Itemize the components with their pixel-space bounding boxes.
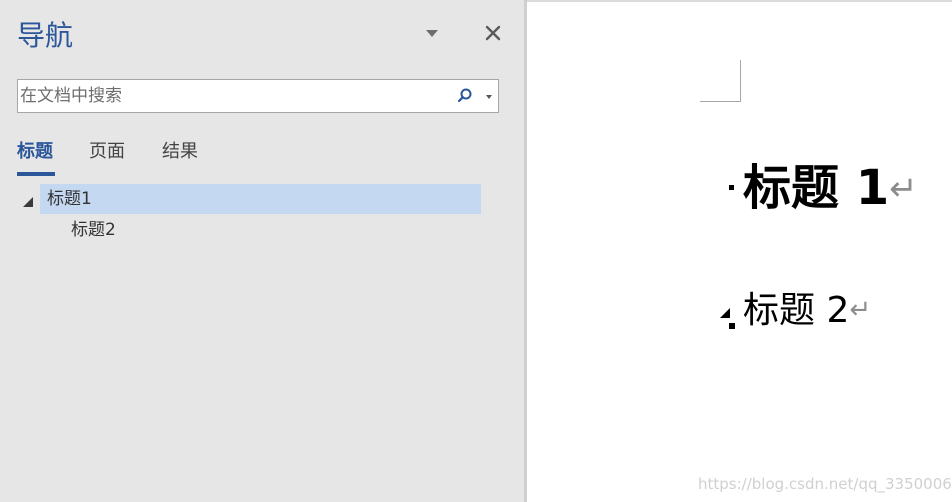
tab-headings[interactable]: 标题 xyxy=(17,139,53,165)
tree-item-heading-1[interactable]: 标题1 xyxy=(40,184,481,214)
page-top-border xyxy=(527,0,952,2)
active-tab-indicator xyxy=(17,172,55,176)
tab-pages[interactable]: 页面 xyxy=(89,139,125,165)
expanded-triangle-icon xyxy=(23,197,33,207)
pane-splitter[interactable] xyxy=(524,0,527,502)
paragraph-mark-bullet xyxy=(729,185,734,190)
paragraph-mark: ↵ xyxy=(849,295,872,325)
document-heading-1[interactable]: 标题 1↵ xyxy=(743,158,918,223)
watermark-url: https://blog.csdn.net/qq_33500066 xyxy=(698,475,952,493)
collapse-triangle-icon xyxy=(720,308,735,329)
paragraph-mark: ↵ xyxy=(889,169,918,209)
heading-2-text: 标题 2 xyxy=(743,290,850,331)
margin-corner-mark xyxy=(740,60,741,102)
chevron-down-icon xyxy=(426,30,438,37)
close-pane-button[interactable] xyxy=(480,20,506,46)
search-options-dropdown[interactable] xyxy=(482,86,498,106)
margin-corner-mark xyxy=(700,101,741,102)
search-input[interactable] xyxy=(20,81,445,111)
collapse-heading-toggle[interactable] xyxy=(719,306,737,330)
tree-item-label: 标题2 xyxy=(71,220,116,240)
search-box xyxy=(17,79,499,113)
tab-results[interactable]: 结果 xyxy=(162,139,198,165)
search-icon xyxy=(457,88,472,103)
pane-title: 导航 xyxy=(17,19,74,52)
tree-item-heading-2[interactable]: 标题2 xyxy=(40,215,481,245)
word-window: 导航 标题 页面 结果 xyxy=(0,0,952,502)
close-icon xyxy=(485,25,501,41)
chevron-down-icon xyxy=(486,95,492,99)
navigation-pane: 导航 标题 页面 结果 xyxy=(0,0,524,502)
document-heading-2[interactable]: 标题 2↵ xyxy=(743,288,871,337)
tree-item-label: 标题1 xyxy=(47,189,92,209)
collapse-heading-toggle[interactable] xyxy=(22,193,34,207)
pane-options-button[interactable] xyxy=(420,23,444,43)
search-button[interactable] xyxy=(455,86,475,106)
heading-1-text: 标题 1 xyxy=(743,160,890,216)
